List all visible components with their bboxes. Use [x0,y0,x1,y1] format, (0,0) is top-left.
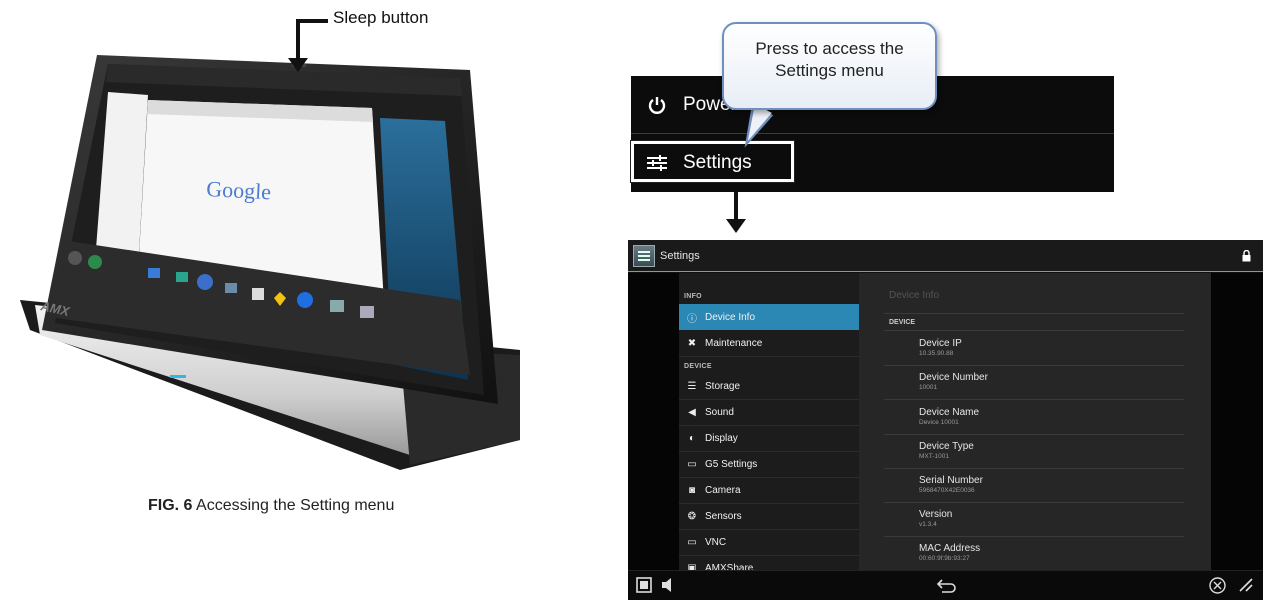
sidebar-item-device-info[interactable]: ⓘ Device Info [679,304,859,330]
divider [884,365,1184,366]
sidebar-item-label: Maintenance [705,338,763,349]
divider [884,502,1184,503]
info-label: Version [919,509,953,520]
sidebar-item-label: Sound [705,407,734,418]
sidebar-item-sound[interactable]: ◀ Sound [679,400,859,426]
info-icon: ⓘ [687,313,697,325]
divider [884,536,1184,537]
info-value: MXT-1001 [919,453,949,460]
volume-icon[interactable] [662,577,674,598]
sidebar-section-device: DEVICE [684,363,712,370]
sidebar-item-storage[interactable]: ☰ Storage [679,374,859,400]
detail-title: Device Info [889,290,940,301]
info-value: Device 10001 [919,419,959,426]
close-icon[interactable] [1209,577,1226,599]
settings-screen: Settings INFO ⓘ Device Info ✖ Maintenanc… [628,240,1263,600]
sidebar-item-g5-settings[interactable]: ▭ G5 Settings [679,452,859,478]
speaker-icon: ◀ [688,407,696,418]
sidebar-item-label: Device Info [705,311,756,323]
info-label: Serial Number [919,475,983,486]
sensor-icon: ❂ [687,511,697,522]
settings-app-icon[interactable] [633,244,655,267]
left-margin [628,273,679,570]
back-icon[interactable] [936,577,958,598]
divider [884,313,1184,314]
sidebar-item-display[interactable]: ◐ Display [679,426,859,452]
info-row-device-number[interactable]: Device Number 10001 [919,372,988,391]
lock-icon[interactable] [1242,249,1251,262]
sidebar-item-label: Camera [705,485,741,496]
resize-grip-icon[interactable] [1238,577,1254,598]
sidebar-section-info: INFO [684,293,702,300]
storage-icon: ☰ [687,381,697,392]
info-value: 00:60:9f:9b:93:27 [919,555,970,562]
info-value: 5968470X42E0036 [919,487,975,494]
info-value: 10001 [919,384,938,391]
down-arrow-head [726,219,746,233]
sidebar-item-label: VNC [705,537,727,548]
divider [884,330,1184,331]
info-label: Device Name [919,407,980,418]
system-bar [628,570,1263,600]
sidebar-item-sensors[interactable]: ❂ Sensors [679,504,859,530]
vnc-icon: ▭ [687,537,697,548]
info-label: Device IP [919,338,962,349]
action-bar-title: Settings [660,249,700,262]
callout-text: Press to access the Settings menu [755,39,904,80]
right-margin [1211,273,1263,570]
figure-caption: FIG. 6 Accessing the Setting menu [148,497,394,515]
detail-section-header: DEVICE [889,319,916,326]
callout-bubble: Press to access the Settings menu [722,22,937,110]
tools-icon: ✖ [687,338,697,349]
info-label: Device Type [919,441,974,452]
info-label: MAC Address [919,543,981,554]
google-logo: Google [206,176,272,204]
sidebar-item-label: Display [705,433,738,444]
divider [884,399,1184,400]
info-value: 10.35.90.88 [919,350,954,357]
sidebar-item-camera[interactable]: ◙ Camera [679,478,859,504]
sleep-arrow-shaft-v [296,19,300,59]
sidebar-item-label: G5 Settings [705,459,758,470]
sidebar-item-label: Sensors [705,511,742,522]
info-row-device-type[interactable]: Device Type MXT-1001 [919,441,974,460]
action-bar: Settings [628,240,1263,272]
info-row-version[interactable]: Version v1.3.4 [919,509,952,528]
device-figure: AMX Google Sleep button FIG. 6 Accessing… [0,0,560,600]
sleep-arrow-head [288,58,308,72]
camera-icon: ◙ [688,485,696,496]
info-row-device-name[interactable]: Device Name Device 10001 [919,407,979,426]
power-icon [631,96,683,114]
down-arrow-shaft [734,192,738,220]
settings-sidebar: INFO ⓘ Device Info ✖ Maintenance DEVICE … [679,273,859,582]
info-row-serial-number[interactable]: Serial Number 5968470X42E0036 [919,475,983,494]
info-value: v1.3.4 [919,521,937,528]
info-row-device-ip[interactable]: Device IP 10.35.90.88 [919,338,962,357]
sleep-button-label: Sleep button [333,8,429,27]
sidebar-item-maintenance[interactable]: ✖ Maintenance [679,331,859,357]
g5-icon: ▭ [687,459,697,470]
divider [884,468,1184,469]
figure-caption-text: Accessing the Setting menu [192,497,395,514]
settings-highlight-box [630,140,795,183]
stop-icon[interactable] [636,577,652,598]
sidebar-item-vnc[interactable]: ▭ VNC [679,530,859,556]
divider [884,434,1184,435]
info-label: Device Number [919,372,988,383]
figure-number: FIG. 6 [148,497,193,514]
device-info-panel: Device Info DEVICE Device IP 10.35.90.88… [859,273,1211,570]
info-row-mac-address[interactable]: MAC Address 00:60:9f:9b:93:27 [919,543,980,562]
touch-panel-illustration: AMX Google [20,55,520,470]
display-icon: ◐ [688,433,696,444]
sidebar-item-label: Storage [705,381,741,392]
sleep-arrow-shaft-h [300,19,328,23]
